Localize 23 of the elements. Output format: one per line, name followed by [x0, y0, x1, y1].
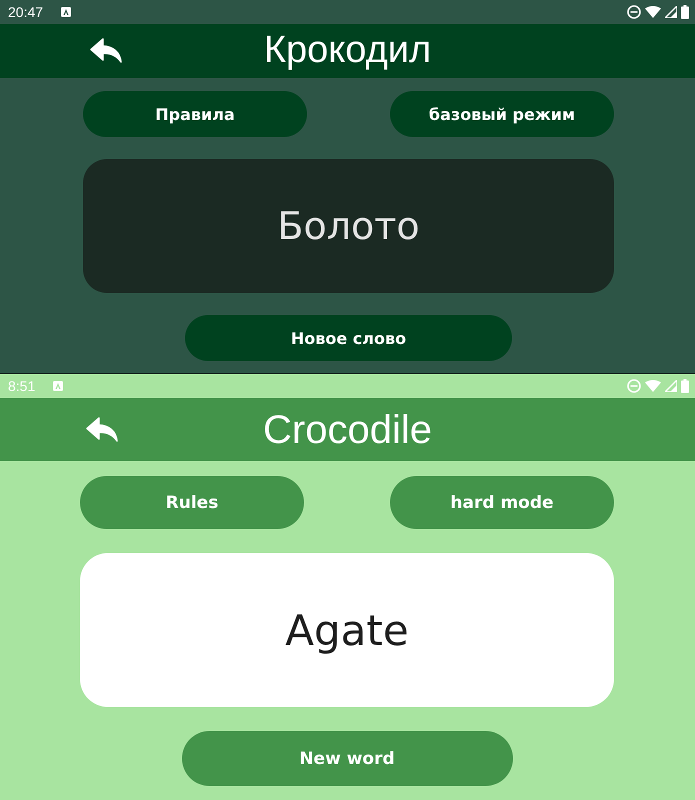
signal-icon	[665, 380, 677, 392]
app-title: Крокодил	[264, 30, 432, 72]
app-title: Crocodile	[263, 408, 432, 452]
word-text: Agate	[285, 606, 409, 654]
do-not-disturb-icon	[627, 379, 641, 393]
signal-icon	[665, 6, 677, 18]
mode-button[interactable]: hard mode	[390, 476, 614, 529]
back-arrow-icon[interactable]	[90, 38, 122, 64]
new-word-button[interactable]: New word	[182, 731, 512, 786]
rules-button[interactable]: Rules	[80, 476, 304, 529]
battery-icon	[681, 5, 689, 19]
word-text: Болото	[277, 204, 420, 248]
status-time: 8:51	[8, 378, 36, 394]
app-badge-icon	[53, 381, 64, 391]
app-badge-icon	[61, 7, 72, 17]
rules-button[interactable]: Правила	[83, 91, 307, 137]
wifi-icon	[645, 380, 661, 392]
wifi-icon	[645, 6, 661, 18]
battery-icon	[681, 379, 689, 393]
do-not-disturb-icon	[627, 5, 641, 19]
new-word-button[interactable]: Новое слово	[185, 315, 512, 361]
status-time: 20:47	[8, 4, 44, 20]
mode-button[interactable]: базовый режим	[390, 91, 614, 137]
